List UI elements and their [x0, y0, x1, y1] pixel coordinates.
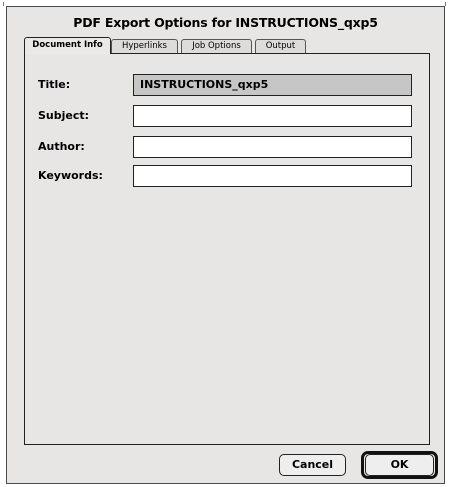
title-label: Title: — [38, 78, 71, 91]
keywords-field[interactable] — [133, 165, 412, 187]
tab-output[interactable]: Output — [255, 39, 306, 53]
document-info-panel: Title: INSTRUCTIONS_qxp5 Subject: Author… — [24, 53, 430, 445]
tab-hyperlinks[interactable]: Hyperlinks — [111, 39, 178, 53]
keywords-label: Keywords: — [38, 169, 103, 182]
author-label: Author: — [38, 140, 85, 153]
ok-button[interactable]: OK — [365, 454, 434, 476]
subject-field[interactable] — [133, 105, 412, 127]
edge-tick — [445, 2, 446, 6]
cancel-button[interactable]: Cancel — [279, 454, 346, 476]
subject-label: Subject: — [38, 109, 90, 122]
author-field[interactable] — [133, 136, 412, 158]
title-field[interactable]: INSTRUCTIONS_qxp5 — [133, 74, 412, 96]
pdf-export-dialog: PDF Export Options for INSTRUCTIONS_qxp5… — [6, 6, 445, 484]
tab-job-options[interactable]: Job Options — [181, 39, 252, 53]
tab-document-info[interactable]: Document Info — [24, 37, 111, 54]
dialog-title: PDF Export Options for INSTRUCTIONS_qxp5 — [73, 15, 378, 30]
edge-tick — [3, 2, 4, 6]
